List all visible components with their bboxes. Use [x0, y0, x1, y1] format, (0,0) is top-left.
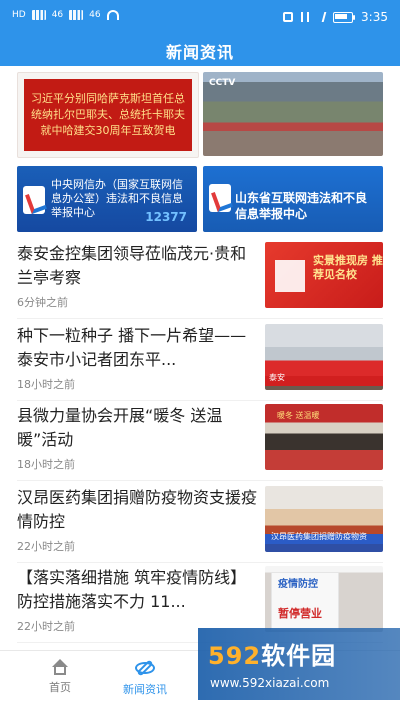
banner-report-center-national[interactable]: 中央网信办（国家互联网信息办公室）违法和不良信息举报中心 12377 — [17, 166, 197, 232]
wifi-icon — [106, 10, 119, 20]
news-icon — [135, 659, 155, 677]
banner-greeting[interactable]: 习近平分别同哈萨克斯坦首任总统纳扎尔巴耶夫、总统托卡耶夫就中哈建交30周年互致贺… — [17, 72, 199, 158]
status-46-a: 46 — [51, 10, 64, 20]
nav-news[interactable]: 新闻资讯 — [85, 659, 205, 697]
news-item[interactable]: 县微力量协会开展“暖冬 送温暖”活动 18小时之前 暖冬 送温暖 — [17, 404, 383, 481]
status-bar: HD 46 46 3:35 — [0, 0, 400, 36]
report-logo-icon-2 — [209, 184, 231, 212]
watermark-brand: 592软件园 — [208, 636, 336, 671]
page-title: 新闻资讯 — [165, 43, 234, 62]
signal-icon-2 — [69, 10, 84, 20]
thumb-sign: 疫情防控 暂停营业 — [271, 572, 339, 630]
nfc-icon — [283, 12, 294, 22]
watermark-brand-text: 软件园 — [261, 642, 337, 670]
banner-report-number: 12377 — [145, 210, 187, 224]
banner-grid: 习近平分别同哈萨克斯坦首任总统纳扎尔巴耶夫、总统托卡耶夫就中哈建交30周年互致贺… — [17, 72, 383, 232]
news-time: 18小时之前 — [17, 378, 75, 391]
banner-cctv[interactable]: CCTV — [203, 72, 383, 156]
status-hd: HD — [12, 10, 26, 20]
news-item[interactable]: 泰安金控集团领导莅临茂元·贵和兰亭考察 6分钟之前 实景推现房 推荐见名校 — [17, 242, 383, 319]
news-title: 泰安金控集团领导莅临茂元·贵和兰亭考察 — [17, 244, 247, 287]
news-thumbnail: 暖冬 送温暖 — [265, 404, 383, 470]
news-thumbnail: 实景推现房 推荐见名校 — [265, 242, 383, 308]
news-title: 种下一粒种子 播下一片希望——泰安市小记者团东平... — [17, 326, 247, 369]
watermark-url: www.592xiazai.com — [210, 676, 330, 690]
banner-greeting-text: 习近平分别同哈萨克斯坦首任总统纳扎尔巴耶夫、总统托卡耶夫就中哈建交30周年互致贺… — [31, 92, 185, 137]
thumb-text-2: 暂停营业 — [278, 607, 322, 620]
news-time: 18小时之前 — [17, 458, 75, 471]
cctv-logo: CCTV — [209, 78, 236, 88]
home-icon — [50, 659, 70, 675]
network-indicators: HD 46 46 — [12, 10, 119, 20]
status-right: 3:35 — [283, 10, 388, 24]
top-app-bar: 新闻资讯 — [0, 36, 400, 66]
news-item[interactable]: 种下一粒种子 播下一片希望——泰安市小记者团东平... 18小时之前 泰安 — [17, 324, 383, 401]
news-thumbnail: 疫情防控 暂停营业 — [265, 566, 383, 632]
news-time: 6分钟之前 — [17, 296, 68, 309]
news-title: 汉昂医药集团捐赠防疫物资支援疫情防控 — [17, 488, 258, 531]
watermark-brand-num: 592 — [208, 642, 262, 670]
news-thumbnail: 泰安 — [265, 324, 383, 390]
battery-icon — [333, 11, 356, 23]
banner-report-center-shandong[interactable]: 山东省互联网违法和不良信息举报中心 — [203, 166, 383, 232]
signal-icon — [31, 10, 46, 20]
thumb-text: 汉昂医药集团捐赠防疫物资 — [271, 532, 367, 541]
vibrate-icon — [301, 12, 310, 22]
thumb-text: 泰安 — [269, 373, 285, 382]
thumb-text: 暖冬 送温暖 — [277, 411, 320, 420]
watermark: 592软件园 www.592xiazai.com — [198, 628, 400, 700]
thumb-graphic — [275, 260, 305, 292]
news-time: 22小时之前 — [17, 540, 75, 553]
news-thumbnail: 汉昂医药集团捐赠防疫物资 — [265, 486, 383, 552]
nav-news-label: 新闻资讯 — [123, 683, 167, 696]
news-title: 【落实落细措施 筑牢疫情防线】 防控措施落实不力 11... — [17, 568, 247, 611]
bluetooth-icon — [315, 12, 327, 22]
news-title: 县微力量协会开展“暖冬 送温暖”活动 — [17, 406, 223, 449]
news-time: 22小时之前 — [17, 620, 75, 633]
banner-report-center-shandong-text: 山东省互联网违法和不良信息举报中心 — [235, 191, 368, 221]
banner-greeting-box: 习近平分别同哈萨克斯坦首任总统纳扎尔巴耶夫、总统托卡耶夫就中哈建交30周年互致贺… — [24, 79, 192, 151]
news-item[interactable]: 汉昂医药集团捐赠防疫物资支援疫情防控 22小时之前 汉昂医药集团捐赠防疫物资 — [17, 486, 383, 563]
status-time: 3:35 — [361, 10, 388, 24]
status-46-b: 46 — [89, 10, 101, 20]
thumb-text-1: 疫情防控 — [278, 579, 318, 590]
thumb-text: 实景推现房 推荐见名校 — [313, 254, 383, 281]
report-logo-icon — [23, 186, 45, 214]
